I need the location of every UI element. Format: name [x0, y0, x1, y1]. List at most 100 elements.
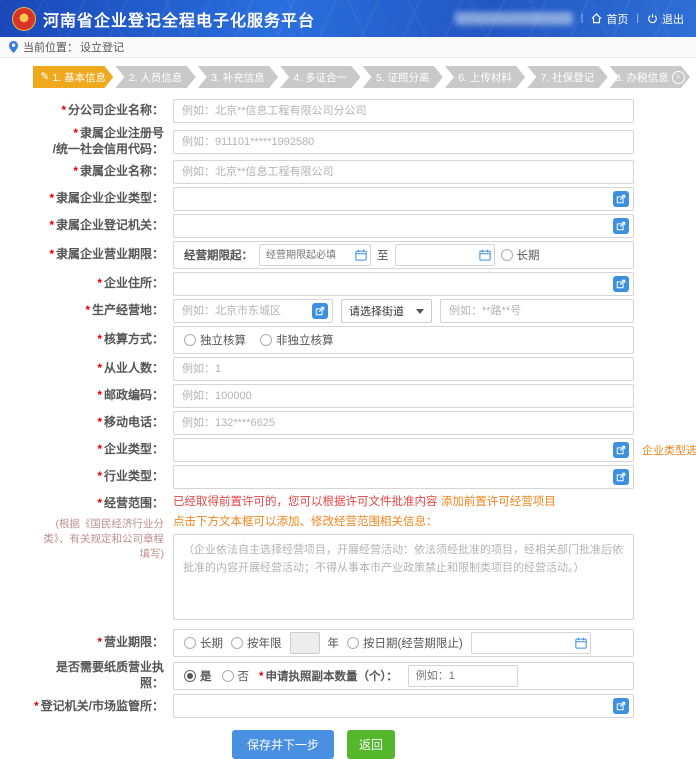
- power-icon: [647, 13, 658, 24]
- field-label: *核算方式：: [33, 332, 173, 348]
- page-title: 河南省企业登记全程电子化服务平台: [43, 7, 315, 31]
- calendar-icon[interactable]: [479, 249, 491, 261]
- field-parent-authority: *隶属企业登记机关：: [33, 214, 634, 238]
- reg-authority-input[interactable]: [173, 694, 634, 718]
- field-postcode: *邮政编码：: [33, 384, 634, 408]
- company-type-select-link[interactable]: 企业类型选择: [642, 442, 696, 458]
- tab-personnel-info[interactable]: 2. 人员信息: [115, 66, 195, 88]
- tab-tax-info[interactable]: 8. 办税信息 ›: [610, 66, 690, 88]
- years-count-input[interactable]: [290, 632, 320, 654]
- field-label: *从业人数：: [33, 361, 173, 377]
- field-paper-license: 是否需要纸质营业执照： 是 否 *申请执照副本数量（个）：: [33, 660, 634, 691]
- tab-supplementary-info[interactable]: 3. 补充信息: [198, 66, 278, 88]
- tab-upload-materials[interactable]: 6. 上传材料: [445, 66, 525, 88]
- emblem-star: ★: [20, 14, 28, 23]
- parent-authority-picker-icon[interactable]: [613, 218, 629, 234]
- license-term-long-radio[interactable]: 长期: [184, 635, 223, 651]
- branch-name-input[interactable]: [173, 99, 634, 123]
- field-company-type: *企业类型： 企业类型选择: [33, 438, 634, 462]
- tab-label: 3. 补充信息: [211, 70, 265, 85]
- industry-type-input[interactable]: [173, 465, 634, 489]
- radio-icon[interactable]: [347, 637, 359, 649]
- field-label: *移动电话：: [33, 415, 173, 431]
- paper-license-no-radio[interactable]: 否: [222, 668, 250, 684]
- industry-type-picker-icon[interactable]: [613, 469, 629, 485]
- home-link[interactable]: 首页: [591, 11, 628, 27]
- company-type-input[interactable]: [173, 438, 634, 462]
- street-select[interactable]: 请选择街道: [341, 299, 432, 323]
- parent-type-input[interactable]: [173, 187, 634, 211]
- employees-input[interactable]: [173, 357, 634, 381]
- copies-count-input[interactable]: [408, 665, 518, 687]
- term-long-radio[interactable]: 长期: [501, 247, 540, 263]
- tab-label: 8. 办税信息: [615, 70, 669, 85]
- tab-label: 4. 多证合一: [293, 70, 347, 85]
- parent-type-picker-icon[interactable]: [613, 191, 629, 207]
- parent-authority-input[interactable]: [173, 214, 634, 238]
- tab-multi-certificate[interactable]: 4. 多证合一: [280, 66, 360, 88]
- field-employees: *从业人数：: [33, 357, 634, 381]
- header-nav: | 首页 | 退出: [455, 11, 684, 27]
- license-term-end-date-input[interactable]: [471, 632, 591, 654]
- field-label: *营业期限：: [33, 635, 173, 651]
- step-tabs: ✎ 1. 基本信息 2. 人员信息 3. 补充信息 4. 多证合一 5. 证照分…: [33, 66, 690, 88]
- business-scope-textarea[interactable]: [173, 534, 634, 620]
- more-steps-icon[interactable]: ›: [672, 71, 685, 84]
- logout-link[interactable]: 退出: [647, 11, 684, 27]
- radio-checked-icon[interactable]: [184, 670, 196, 682]
- radio-icon[interactable]: [184, 334, 196, 346]
- add-prelicense-link[interactable]: 添加前置许可经营项目: [441, 496, 556, 508]
- years-unit-label: 年: [328, 635, 340, 651]
- field-parent-code: *隶属企业注册号 /统一社会信用代码：: [33, 126, 634, 157]
- home-label: 首页: [606, 11, 628, 27]
- license-term-years-radio[interactable]: 按年限: [231, 635, 282, 651]
- radio-icon[interactable]: [184, 637, 196, 649]
- parent-term-box: 经营期限起： 至 长期: [173, 241, 634, 269]
- save-next-button[interactable]: 保存并下一步: [232, 730, 334, 759]
- license-term-date-radio[interactable]: 按日期(经营期限止): [347, 635, 463, 651]
- mobile-input[interactable]: [173, 411, 634, 435]
- field-mobile: *移动电话：: [33, 411, 634, 435]
- business-scope-note: (根据《国民经济行业分类》、有关规定和公司章程填写): [33, 517, 164, 563]
- tab-label: 7. 社保登记: [541, 70, 595, 85]
- field-reg-authority: *登记机关/市场监管所：: [33, 694, 634, 718]
- business-place-district-input[interactable]: [173, 299, 333, 323]
- field-label: *邮政编码：: [33, 388, 173, 404]
- copies-label: *申请执照副本数量（个）：: [259, 668, 398, 684]
- district-picker-icon[interactable]: [312, 303, 328, 319]
- radio-icon[interactable]: [501, 249, 513, 261]
- form-actions: 保存并下一步 返回: [33, 730, 634, 759]
- tab-social-security[interactable]: 7. 社保登记: [527, 66, 607, 88]
- address-picker-icon[interactable]: [613, 276, 629, 292]
- header: ★ 河南省企业登记全程电子化服务平台 | 首页 | 退出: [0, 0, 696, 37]
- radio-icon[interactable]: [231, 637, 243, 649]
- field-address: *企业住所：: [33, 272, 634, 296]
- field-label: *行业类型：: [33, 469, 173, 485]
- tab-certificate-separation[interactable]: 5. 证照分离: [363, 66, 443, 88]
- postcode-input[interactable]: [173, 384, 634, 408]
- home-icon: [591, 13, 602, 24]
- reg-authority-picker-icon[interactable]: [613, 698, 629, 714]
- non-independent-accounting-radio[interactable]: 非独立核算: [260, 332, 334, 348]
- independent-accounting-radio[interactable]: 独立核算: [184, 332, 246, 348]
- field-industry-type: *行业类型：: [33, 465, 634, 489]
- field-parent-name: *隶属企业名称：: [33, 160, 634, 184]
- company-type-picker-icon[interactable]: [613, 442, 629, 458]
- tab-basic-info[interactable]: ✎ 1. 基本信息: [33, 66, 113, 88]
- location-pin-icon: [9, 41, 18, 53]
- pencil-icon: ✎: [40, 72, 49, 83]
- business-place-detail-input[interactable]: [440, 299, 634, 323]
- address-input[interactable]: [173, 272, 634, 296]
- nav-divider: |: [636, 13, 639, 24]
- parent-code-input[interactable]: [173, 130, 634, 154]
- radio-icon[interactable]: [260, 334, 272, 346]
- parent-name-input[interactable]: [173, 160, 634, 184]
- breadcrumb: 当前位置：设立登记: [0, 37, 696, 58]
- field-business-scope: *经营范围： (根据《国民经济行业分类》、有关规定和公司章程填写) 已经取得前置…: [33, 492, 634, 623]
- calendar-icon[interactable]: [575, 637, 587, 649]
- basic-info-form: *分公司企业名称： *隶属企业注册号 /统一社会信用代码： *隶属企业名称： *…: [33, 99, 690, 759]
- radio-icon[interactable]: [222, 670, 234, 682]
- paper-license-yes-radio[interactable]: 是: [184, 668, 212, 684]
- back-button[interactable]: 返回: [347, 730, 395, 759]
- calendar-icon[interactable]: [355, 249, 367, 261]
